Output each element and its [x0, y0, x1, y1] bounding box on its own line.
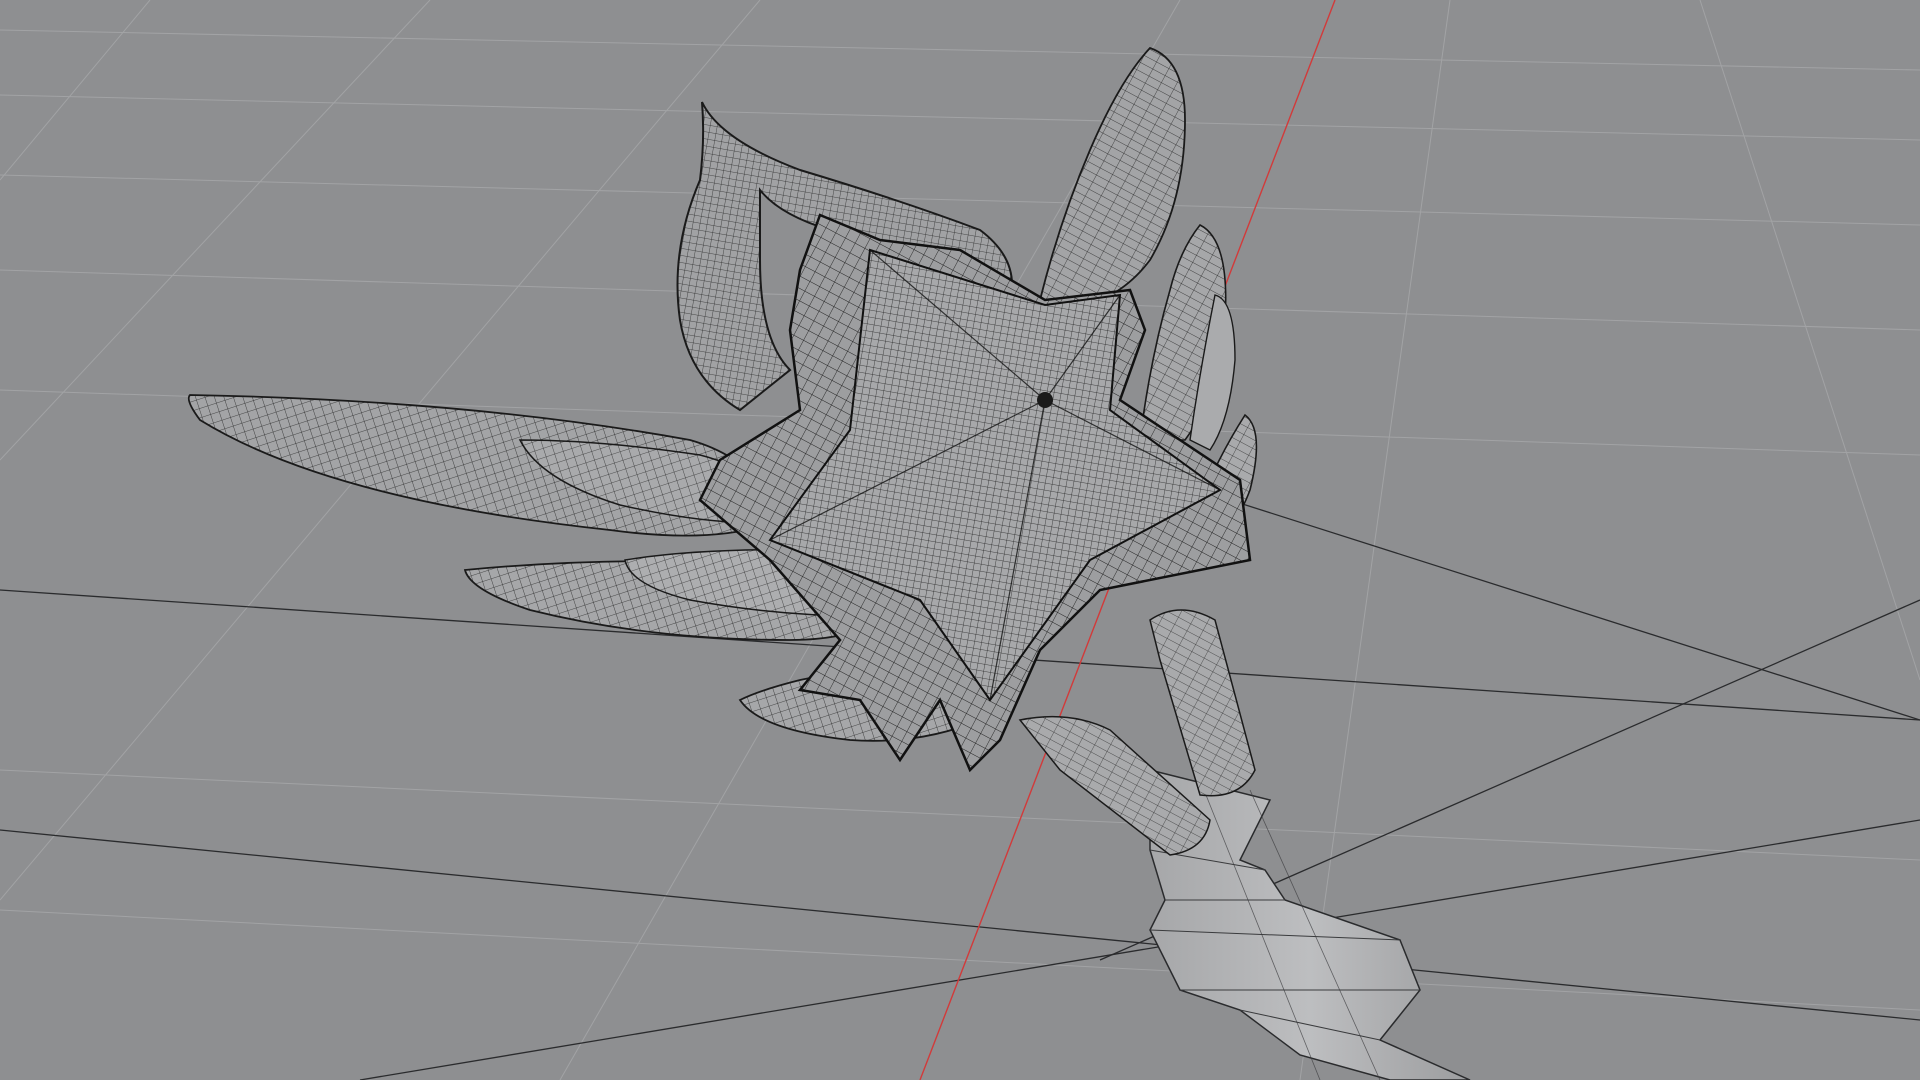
3d-viewport[interactable] [0, 0, 1920, 1080]
viewport-canvas[interactable] [0, 0, 1920, 1080]
star-pole-point [1037, 392, 1053, 408]
